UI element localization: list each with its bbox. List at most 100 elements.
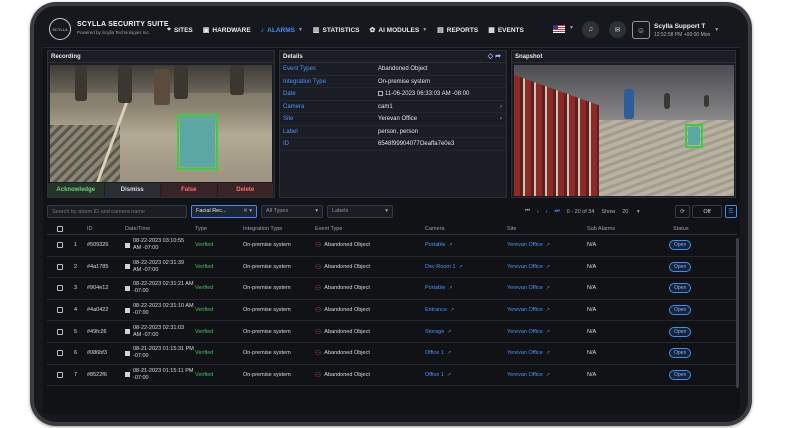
status-open-badge[interactable]: Open bbox=[669, 348, 692, 359]
user-menu[interactable]: ☺ Scylla Support T 12:52:58 PM +00:00 Mo… bbox=[632, 18, 737, 42]
auto-refresh-toggle[interactable]: Off bbox=[692, 205, 722, 218]
row-checkbox[interactable] bbox=[57, 343, 63, 364]
row-sub-alarms: N/A bbox=[587, 242, 597, 249]
table-scrollbar[interactable] bbox=[736, 238, 739, 388]
scylla-logo[interactable]: SCYLLA bbox=[49, 18, 71, 40]
labels-select[interactable]: Labels ▾ bbox=[327, 205, 393, 218]
status-open-badge[interactable]: Open bbox=[669, 305, 692, 316]
table-row[interactable]: 4 #4a0422 08-22-2023 02:31:10 AM -07:00 Veri… bbox=[47, 300, 737, 322]
refresh-button[interactable]: ⟳ bbox=[675, 205, 690, 218]
messages-button[interactable]: ✉ bbox=[609, 21, 626, 38]
col-site[interactable]: Site bbox=[507, 223, 516, 234]
table-row[interactable]: 2 #4a1785 08-22-2023 02:31:39 AM -07:00 Veri… bbox=[47, 257, 737, 279]
dismiss-button[interactable]: Dismiss bbox=[104, 183, 161, 197]
row-site-link[interactable]: Yerevan Office ↗ bbox=[507, 321, 550, 342]
col-type[interactable]: Type bbox=[195, 223, 207, 234]
nav-statistics[interactable]: ▥ STATISTICS bbox=[313, 26, 360, 35]
false-button[interactable]: False bbox=[161, 183, 218, 197]
row-checkbox[interactable] bbox=[57, 300, 63, 321]
row-camera-link[interactable]: Office 1 ↗ bbox=[425, 343, 451, 364]
col-id[interactable]: ID bbox=[87, 223, 93, 234]
first-page-icon[interactable]: ⏮ bbox=[525, 208, 530, 215]
col-integration[interactable]: Integration Type bbox=[243, 223, 282, 234]
search-input[interactable] bbox=[47, 205, 187, 218]
nav-events[interactable]: ▦ EVENTS bbox=[488, 26, 524, 35]
prev-page-icon[interactable]: ‹ bbox=[537, 209, 539, 215]
row-tz: -07:00 bbox=[133, 310, 149, 317]
status-open-badge[interactable]: Open bbox=[669, 240, 692, 251]
external-link-icon: ↗ bbox=[545, 307, 550, 314]
nav-ai-modules[interactable]: ✿ AI MODULES ▼ bbox=[370, 26, 428, 35]
nav-sites[interactable]: ⌖ SITES bbox=[167, 26, 193, 34]
status-open-badge[interactable]: Open bbox=[669, 326, 692, 337]
row-checkbox[interactable] bbox=[57, 365, 63, 386]
nav-hardware[interactable]: ▣ HARDWARE bbox=[203, 26, 251, 35]
table-row[interactable]: 3 #904e12 08-22-2023 02:31:21 AM -07:00 Veri… bbox=[47, 278, 737, 300]
recording-video[interactable] bbox=[50, 65, 272, 182]
detection-box bbox=[685, 124, 703, 148]
row-event: ⚇ Abandoned Object bbox=[315, 365, 370, 386]
status-open-badge[interactable]: Open bbox=[669, 369, 692, 380]
row-integration: On-premise system bbox=[243, 285, 291, 292]
row-site-text: Yerevan Office bbox=[507, 350, 543, 357]
row-checkbox[interactable] bbox=[57, 235, 63, 256]
row-date: 08-21-2023 01:15:11 PM bbox=[133, 367, 194, 374]
table-row[interactable]: 6 #086bf3 08-21-2023 01:15:31 PM -07:00 Veri… bbox=[47, 343, 737, 365]
row-site-link[interactable]: Yerevan Office ↗ bbox=[507, 365, 550, 386]
acknowledge-button[interactable]: Acknowledge bbox=[48, 183, 105, 197]
detail-value: cam1 bbox=[378, 103, 393, 110]
row-camera-link[interactable]: Portable ↗ bbox=[425, 235, 453, 256]
nav-reports[interactable]: ▤ REPORTS bbox=[437, 26, 478, 35]
row-camera-link[interactable]: Storage ↗ bbox=[425, 321, 451, 342]
notifications-button[interactable]: ♫ bbox=[582, 21, 599, 38]
table-row[interactable]: 5 #49fc26 08-22-2023 02:31:03 AM -07:00 Veri… bbox=[47, 321, 737, 343]
row-site-link[interactable]: Yerevan Office ↗ bbox=[507, 343, 550, 364]
col-status[interactable]: Status bbox=[673, 223, 689, 234]
row-integration: On-premise system bbox=[243, 350, 291, 357]
row-site-link[interactable]: Yerevan Office ↗ bbox=[507, 235, 550, 256]
checkbox-box bbox=[57, 285, 63, 292]
pagination: ⏮ ‹ › ⏭ 0 - 20 of 34 Show 20 ▾ bbox=[525, 205, 647, 218]
abandoned-object-icon: ⚇ bbox=[315, 350, 322, 358]
row-camera-link[interactable]: Portable ↗ bbox=[425, 278, 453, 299]
row-checkbox[interactable] bbox=[57, 257, 63, 278]
shield-icon[interactable]: ◇ bbox=[488, 53, 493, 60]
col-camera[interactable]: Camera bbox=[425, 223, 445, 234]
row-site-link[interactable]: Yerevan Office ↗ bbox=[507, 278, 550, 299]
row-checkbox[interactable] bbox=[57, 278, 63, 299]
row-camera-link[interactable]: Dev Room 1 ↗ bbox=[425, 257, 463, 278]
row-datetime-text: 08-21-2023 01:15:31 PM -07:00 bbox=[133, 346, 194, 360]
row-camera-link[interactable]: Office 1 ↗ bbox=[425, 365, 451, 386]
delete-button[interactable]: Delete bbox=[217, 183, 274, 197]
table-row[interactable]: 1 #509326 08-22-2023 03:10:55 AM -07:00 Veri… bbox=[47, 235, 737, 257]
filter-button[interactable]: ☰ bbox=[725, 205, 737, 218]
brand-title: SCYLLA SECURITY SUITE bbox=[77, 21, 169, 28]
row-site-link[interactable]: Yerevan Office ↗ bbox=[507, 300, 550, 321]
col-sub-alarms[interactable]: Sub Alarms bbox=[587, 223, 615, 234]
external-link-icon: ↗ bbox=[545, 350, 550, 357]
select-all-checkbox[interactable] bbox=[57, 223, 63, 234]
share-icon[interactable]: ➦ bbox=[495, 53, 501, 60]
table-row[interactable]: 7 #8522f6 08-21-2023 01:15:11 PM -07:00 Veri… bbox=[47, 365, 737, 387]
row-site-link[interactable]: Yerevan Office ↗ bbox=[507, 257, 550, 278]
external-link-icon: ↗ bbox=[446, 350, 452, 357]
page-size-select[interactable]: 20 ▾ bbox=[622, 209, 639, 215]
row-checkbox[interactable] bbox=[57, 321, 63, 342]
facial-recognition-select[interactable]: Facial Rec... ✕ ▾ bbox=[191, 205, 257, 218]
chevron-down-icon[interactable]: ▼ bbox=[569, 25, 574, 31]
col-event-type[interactable]: Event Type bbox=[315, 223, 342, 234]
last-page-icon[interactable]: ⏭ bbox=[555, 208, 560, 215]
types-select[interactable]: All Types ▾ bbox=[261, 205, 323, 218]
detail-row-camera[interactable]: Camera cam1 › bbox=[280, 101, 506, 113]
status-open-badge[interactable]: Open bbox=[669, 261, 692, 272]
row-camera-link[interactable]: Entrance ↗ bbox=[425, 300, 454, 321]
row-datetime: 08-22-2023 02:31:10 AM -07:00 bbox=[125, 300, 194, 321]
snapshot-image[interactable] bbox=[514, 65, 734, 196]
nav-alarms[interactable]: ♪ ALARMS ▼ bbox=[261, 27, 303, 34]
next-page-icon[interactable]: › bbox=[546, 209, 548, 215]
col-datetime[interactable]: Date/Time bbox=[125, 223, 150, 234]
us-flag-icon[interactable] bbox=[553, 25, 565, 33]
status-open-badge[interactable]: Open bbox=[669, 283, 692, 294]
detail-label: Label bbox=[283, 128, 298, 135]
detail-row-site[interactable]: Site Yerevan Office › bbox=[280, 113, 506, 126]
